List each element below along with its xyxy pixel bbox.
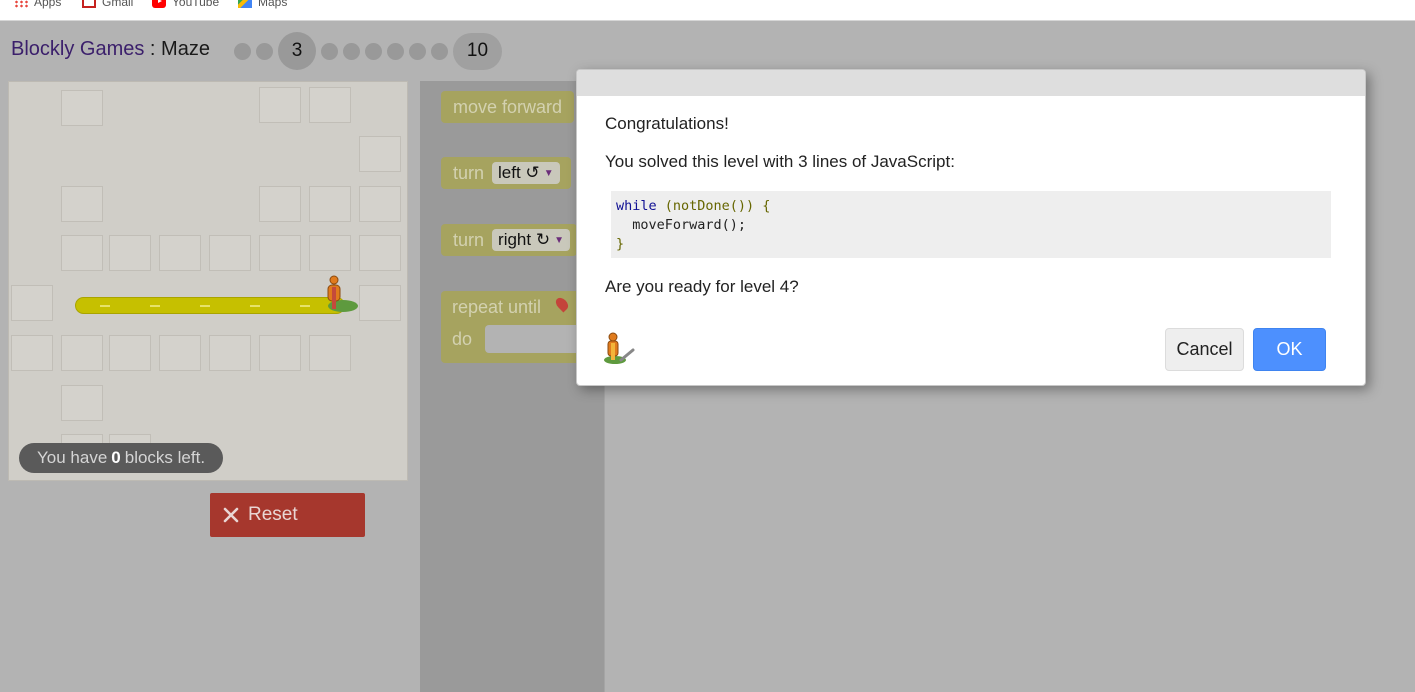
maze-wall (61, 335, 103, 371)
cancel-button[interactable]: Cancel (1165, 328, 1244, 371)
block-do-label: do (452, 329, 473, 349)
maze-board: You have 0 blocks left. (8, 81, 408, 481)
maze-path (75, 297, 345, 314)
code-line2: moveForward(); (616, 217, 747, 233)
bookmark-gmail-label: Gmail (102, 0, 134, 9)
reset-button[interactable]: Reset (210, 493, 365, 537)
youtube-icon (152, 0, 166, 8)
level-dot-9[interactable] (431, 42, 448, 60)
block-repeat-until[interactable]: repeat until do (441, 291, 591, 363)
maze-wall (309, 235, 351, 271)
maze-wall (61, 385, 103, 421)
maps-icon (238, 0, 252, 8)
block-turn-label: turn (453, 229, 485, 250)
level-dot-8[interactable] (409, 42, 426, 60)
maze-wall (11, 285, 53, 321)
apps-grid-icon (14, 0, 28, 8)
maze-wall (309, 87, 351, 123)
bookmark-apps-label: Apps (34, 0, 62, 9)
code-line1: (notDone()) { (656, 198, 771, 214)
block-move-forward[interactable]: move forward (441, 91, 575, 123)
maze-wall (109, 335, 151, 371)
turn-left-option: left ↺ (498, 163, 540, 182)
block-turn-right[interactable]: turn right ↻ ▼ (441, 224, 577, 256)
gmail-icon (82, 0, 96, 8)
maze-wall (109, 235, 151, 271)
turn-right-option: right ↻ (498, 230, 551, 249)
turn-direction-dropdown[interactable]: right ↻ ▼ (492, 229, 570, 251)
close-x-icon (223, 507, 239, 523)
block-repeat-label: repeat until (452, 297, 542, 317)
code-line3: } (616, 236, 625, 252)
bookmark-apps[interactable]: Apps (14, 0, 61, 10)
level-dot-4[interactable] (321, 42, 338, 60)
level-dot-7[interactable] (387, 42, 404, 60)
maze-wall (209, 335, 251, 371)
maze-wall (359, 235, 401, 271)
maze-wall (159, 235, 201, 271)
reset-label: Reset (248, 504, 298, 525)
game-name: Maze (161, 38, 210, 60)
bookmark-youtube-label: YouTube (172, 0, 220, 9)
bookmark-maps[interactable]: Maps (238, 0, 287, 10)
congrats-dialog: Congratulations! You solved this level w… (576, 69, 1366, 386)
title-separator: : (144, 38, 162, 60)
block-turn-label: turn (453, 162, 485, 183)
maze-wall (159, 335, 201, 371)
bookmark-youtube[interactable]: YouTube (152, 0, 219, 10)
level-dot-last[interactable]: 10 (453, 32, 502, 70)
code-listing: while (notDone()) { moveForward(); } (611, 191, 1331, 258)
maze-wall (259, 335, 301, 371)
maze-wall (209, 235, 251, 271)
dropdown-arrow-icon: ▼ (554, 234, 564, 246)
blocks-left-prefix: You have (37, 448, 108, 467)
dialog-question: Are you ready for level 4? (605, 277, 799, 296)
page-title: Blockly Games : Maze (11, 38, 210, 61)
blocks-left-status: You have 0 blocks left. (19, 443, 224, 473)
maze-wall (61, 90, 103, 126)
goal-marker-icon (553, 295, 571, 313)
maze-wall (359, 285, 401, 321)
level-dot-6[interactable] (365, 42, 382, 60)
dialog-message: You solved this level with 3 lines of Ja… (605, 152, 955, 171)
block-move-forward-label: move forward (453, 96, 563, 117)
turn-direction-dropdown[interactable]: left ↺ ▼ (492, 162, 560, 184)
block-turn-left[interactable]: turn left ↺ ▼ (441, 157, 571, 189)
level-dot-1[interactable] (234, 42, 251, 60)
maze-wall (11, 335, 53, 371)
level-selector: 3 10 (234, 32, 502, 70)
bookmark-gmail[interactable]: Gmail (82, 0, 133, 10)
dialog-title: Congratulations! (605, 114, 729, 133)
bookmark-maps-label: Maps (258, 0, 288, 9)
maze-wall (309, 186, 351, 222)
dialog-header (577, 70, 1365, 96)
dropdown-arrow-icon: ▼ (543, 167, 554, 179)
ok-button[interactable]: OK (1253, 328, 1326, 371)
maze-wall (309, 335, 351, 371)
blocks-left-count: 0 (111, 448, 121, 467)
pegman-icon (604, 332, 635, 364)
maze-wall (61, 186, 103, 222)
code-keyword: while (616, 198, 657, 214)
pegman-icon (327, 275, 341, 309)
level-dot-current[interactable]: 3 (278, 32, 316, 70)
brand-link[interactable]: Blockly Games (11, 38, 144, 60)
maze-wall (259, 186, 301, 222)
maze-wall (259, 235, 301, 271)
bookmarks-bar: Apps Gmail YouTube Maps (0, 0, 1415, 21)
maze-wall (359, 186, 401, 222)
maze-wall (359, 136, 401, 172)
blocks-left-suffix: blocks left. (124, 448, 206, 467)
maze-wall (259, 87, 301, 123)
level-dot-2[interactable] (256, 42, 273, 60)
level-dot-5[interactable] (343, 42, 360, 60)
maze-wall (61, 235, 103, 271)
